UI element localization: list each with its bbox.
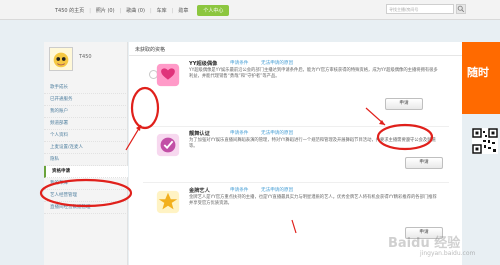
sidebar-item-services[interactable]: 已开通服务 — [44, 94, 128, 106]
search-button[interactable] — [456, 4, 466, 14]
profile-card: T450 — [49, 47, 123, 77]
username: T450 — [79, 54, 92, 60]
reason-link[interactable]: 无法申请的原因 — [261, 187, 293, 193]
sidebar-item-garage[interactable]: 我的车库 — [44, 178, 128, 190]
sidebar: T450 歌手成长 已开通服务 我的账户 频道部署 个人资料 上麦设置/连麦人 … — [44, 42, 128, 265]
qualification-item: 靓舞认证 申请条件 无法申请的原因 为了加强对YY娱乐直播间舞蹈表演的管理，特对… — [135, 130, 457, 186]
gold-artist-icon — [155, 189, 183, 217]
qualification-description: YY超级偶像是YY娱乐最前沿公会的部门主播达到申请条件后，能为YY官方审核获得的… — [189, 68, 438, 79]
conditions-link[interactable]: 申请条件 — [230, 130, 248, 136]
qualification-title: 靓舞认证 — [189, 131, 210, 137]
dance-cert-icon — [155, 132, 183, 160]
nav-medals[interactable]: 勋章 — [173, 7, 193, 14]
nav-home[interactable]: T450 的主页 — [50, 7, 89, 14]
search-input[interactable]: 寻找主播/房间号 — [386, 4, 454, 14]
qr-code — [472, 128, 498, 154]
nav-photos[interactable]: 照片 (0) — [91, 7, 120, 14]
watermark: Baidu 经验 — [388, 236, 461, 251]
sidebar-item-qualification-apply[interactable]: 资格申请 — [44, 166, 128, 178]
nav-personal-center[interactable]: 个人中心 — [197, 5, 230, 16]
sidebar-item-channel[interactable]: 频道部署 — [44, 118, 128, 130]
sidebar-item-artist-management[interactable]: 艺人经营管理 — [44, 190, 128, 202]
conditions-link[interactable]: 申请条件 — [230, 187, 248, 193]
divider — [143, 126, 449, 127]
super-idol-icon — [155, 62, 183, 90]
apply-button[interactable]: 申请 — [405, 157, 443, 169]
banner-text: 随时 — [467, 66, 489, 79]
qualification-title: 金牌艺人 — [189, 188, 210, 194]
sidebar-item-room-data[interactable]: 直播间经营数据管理 — [44, 202, 128, 214]
divider — [143, 182, 449, 183]
nav-songs[interactable]: 歌曲 (0) — [121, 7, 150, 14]
conditions-link[interactable]: 申请条件 — [230, 60, 248, 66]
qualification-description: 金牌艺人是YY官方重点扶持的主播，也是YY直播最具实力与明星潜质的艺人。优秀金牌… — [189, 195, 437, 206]
search-icon — [457, 5, 465, 13]
sidebar-item-account[interactable]: 我的账户 — [44, 106, 128, 118]
sidebar-item-privacy[interactable]: 隐私 — [44, 154, 128, 166]
qualification-item: YY超级偶像 申请条件 无法申请的原因 YY超级偶像是YY娱乐最前沿公会的部门主… — [135, 60, 457, 120]
reason-link[interactable]: 无法申请的原因 — [261, 60, 293, 66]
avatar[interactable] — [49, 47, 73, 71]
tab-unobtained-qualifications[interactable]: 未获取的资格 — [135, 46, 165, 53]
watermark-url: jingyan.baidu.com — [420, 250, 476, 257]
sidebar-item-profile[interactable]: 个人资料 — [44, 130, 128, 142]
cartoon-avatar-icon — [50, 48, 72, 70]
qr-code-icon — [472, 128, 498, 154]
tab-bar: 未获取的资格 — [129, 42, 462, 56]
qualification-title: YY超级偶像 — [189, 61, 218, 67]
top-nav-bar: T450 的主页 | 照片 (0) | 歌曲 (0) | 车库 | 勋章 个人中心 寻找… — [0, 0, 500, 20]
apply-button[interactable]: 申请 — [385, 98, 423, 110]
qualification-description: 为了加强对YY娱乐直播间舞蹈表演的管理，特对YY舞蹈进行一个规范和管理及开展舞蹈… — [189, 138, 436, 149]
side-banner[interactable]: 随时 — [462, 42, 500, 114]
sidebar-item-mic-settings[interactable]: 上麦设置/连麦人 — [44, 142, 128, 154]
reason-link[interactable]: 无法申请的原因 — [261, 130, 293, 136]
nav-garage[interactable]: 车库 — [152, 7, 172, 14]
sidebar-menu: 歌手成长 已开通服务 我的账户 频道部署 个人资料 上麦设置/连麦人 隐私 资格… — [44, 82, 128, 214]
top-nav: T450 的主页 | 照片 (0) | 歌曲 (0) | 车库 | 勋章 个人中心 — [50, 5, 230, 16]
sidebar-item-singer-growth[interactable]: 歌手成长 — [44, 82, 128, 94]
